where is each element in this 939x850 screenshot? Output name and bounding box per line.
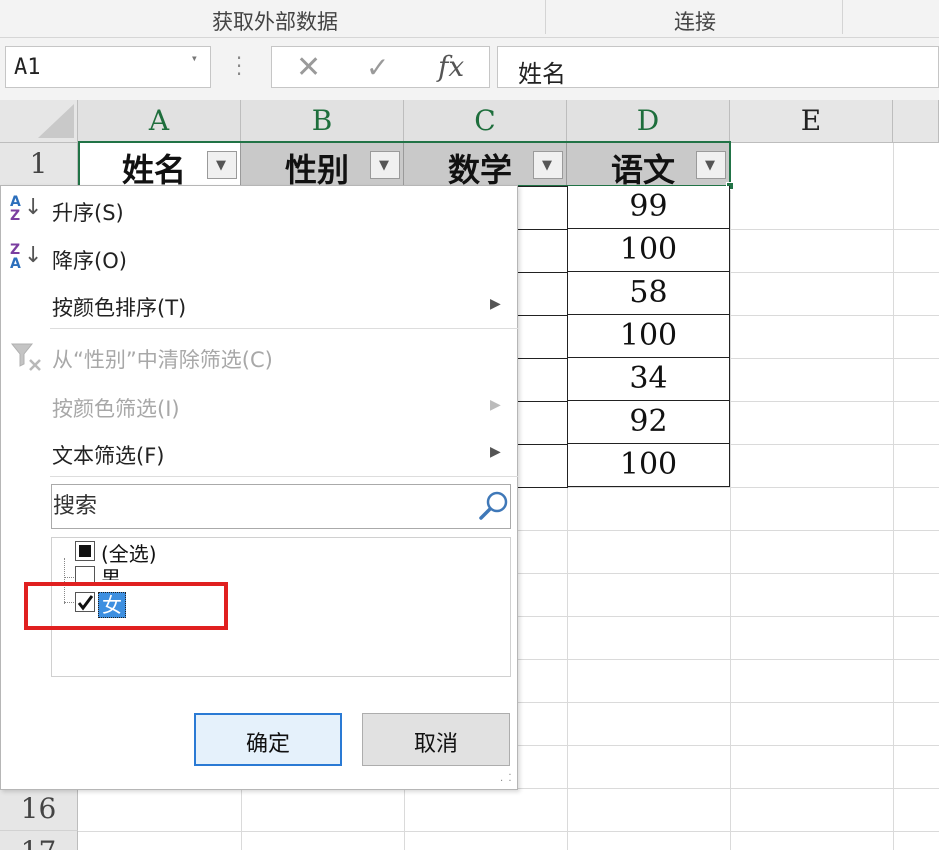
annotation-highlight-box — [24, 582, 228, 630]
clear-filter-icon — [10, 343, 41, 371]
grid-line — [78, 831, 939, 832]
more-options-icon[interactable]: · · · — [234, 48, 244, 84]
selection-outline — [78, 141, 731, 187]
grid-line — [730, 143, 731, 850]
column-header-f[interactable] — [893, 100, 939, 143]
column-header-e[interactable]: E — [730, 100, 893, 143]
ribbon-group-connections[interactable]: 连接 — [655, 6, 735, 36]
cell-d2[interactable]: 99 — [567, 186, 730, 229]
menu-sort-by-color[interactable]: 按颜色排序(T) — [52, 292, 186, 322]
menu-separator — [50, 328, 518, 329]
insert-function-icon[interactable]: fx — [438, 50, 464, 83]
select-all-checkbox[interactable] — [75, 541, 95, 561]
ribbon-separator — [545, 0, 546, 34]
confirm-entry-icon[interactable]: ✓ — [366, 51, 389, 84]
column-header-d[interactable]: D — [567, 100, 730, 143]
menu-text-filter[interactable]: 文本筛选(F) — [52, 440, 164, 470]
table-border — [518, 229, 568, 230]
table-border — [518, 401, 568, 402]
chevron-down-icon[interactable]: ▾ — [191, 51, 198, 65]
name-box[interactable]: A1 ▾ — [5, 46, 211, 88]
ribbon-group-get-external-data[interactable]: 获取外部数据 — [195, 6, 355, 36]
menu-sort-ascending[interactable]: 升序(S) — [52, 197, 124, 227]
column-header-a[interactable]: A — [78, 100, 241, 143]
menu-sort-descending[interactable]: 降序(O) — [52, 245, 127, 275]
table-border — [518, 487, 568, 488]
column-header-c[interactable]: C — [404, 100, 567, 143]
option-male-label[interactable]: 男 — [101, 562, 121, 580]
resize-grip-icon[interactable]: · · · — [500, 771, 513, 787]
table-border — [518, 272, 568, 273]
submenu-arrow-icon: ▶ — [490, 397, 501, 413]
cell-d4[interactable]: 58 — [567, 272, 730, 315]
search-icon[interactable] — [478, 490, 510, 522]
formula-input[interactable]: 姓名 — [497, 46, 939, 88]
table-border — [518, 358, 568, 359]
cell-d5[interactable]: 100 — [567, 315, 730, 358]
cancel-entry-icon[interactable]: ✕ — [296, 50, 321, 85]
menu-separator — [50, 476, 518, 477]
grid-line — [893, 143, 894, 850]
select-all-triangle-icon — [38, 104, 74, 138]
sort-ascending-icon: A Z ↓ — [10, 194, 43, 224]
table-border — [518, 186, 568, 187]
sort-descending-icon: Z A ↓ — [10, 242, 43, 272]
ribbon-bar — [0, 0, 939, 38]
table-border — [518, 444, 568, 445]
name-box-value: A1 — [14, 55, 41, 80]
cancel-button[interactable]: 取消 — [362, 713, 510, 766]
table-border — [518, 315, 568, 316]
row-header-1[interactable]: 1 — [0, 143, 78, 186]
cell-d3[interactable]: 100 — [567, 229, 730, 272]
filter-search-input[interactable] — [51, 484, 511, 529]
submenu-arrow-icon: ▶ — [490, 444, 501, 460]
partial-check-icon — [79, 545, 91, 557]
menu-filter-by-color[interactable]: 按颜色筛选(I) — [52, 393, 180, 423]
cell-d7[interactable]: 92 — [567, 401, 730, 444]
column-header-b[interactable]: B — [241, 100, 404, 143]
row-header-16[interactable]: 16 — [0, 788, 78, 831]
ok-button[interactable]: 确定 — [194, 713, 342, 766]
search-placeholder: 搜索 — [53, 494, 98, 519]
menu-clear-filter[interactable]: 从“性别”中清除筛选(C) — [52, 344, 273, 374]
cell-d6[interactable]: 34 — [567, 358, 730, 401]
cell-d8[interactable]: 100 — [567, 444, 730, 487]
submenu-arrow-icon: ▶ — [490, 296, 501, 312]
row-header-17[interactable]: 17 — [0, 831, 78, 850]
ribbon-separator — [842, 0, 843, 34]
